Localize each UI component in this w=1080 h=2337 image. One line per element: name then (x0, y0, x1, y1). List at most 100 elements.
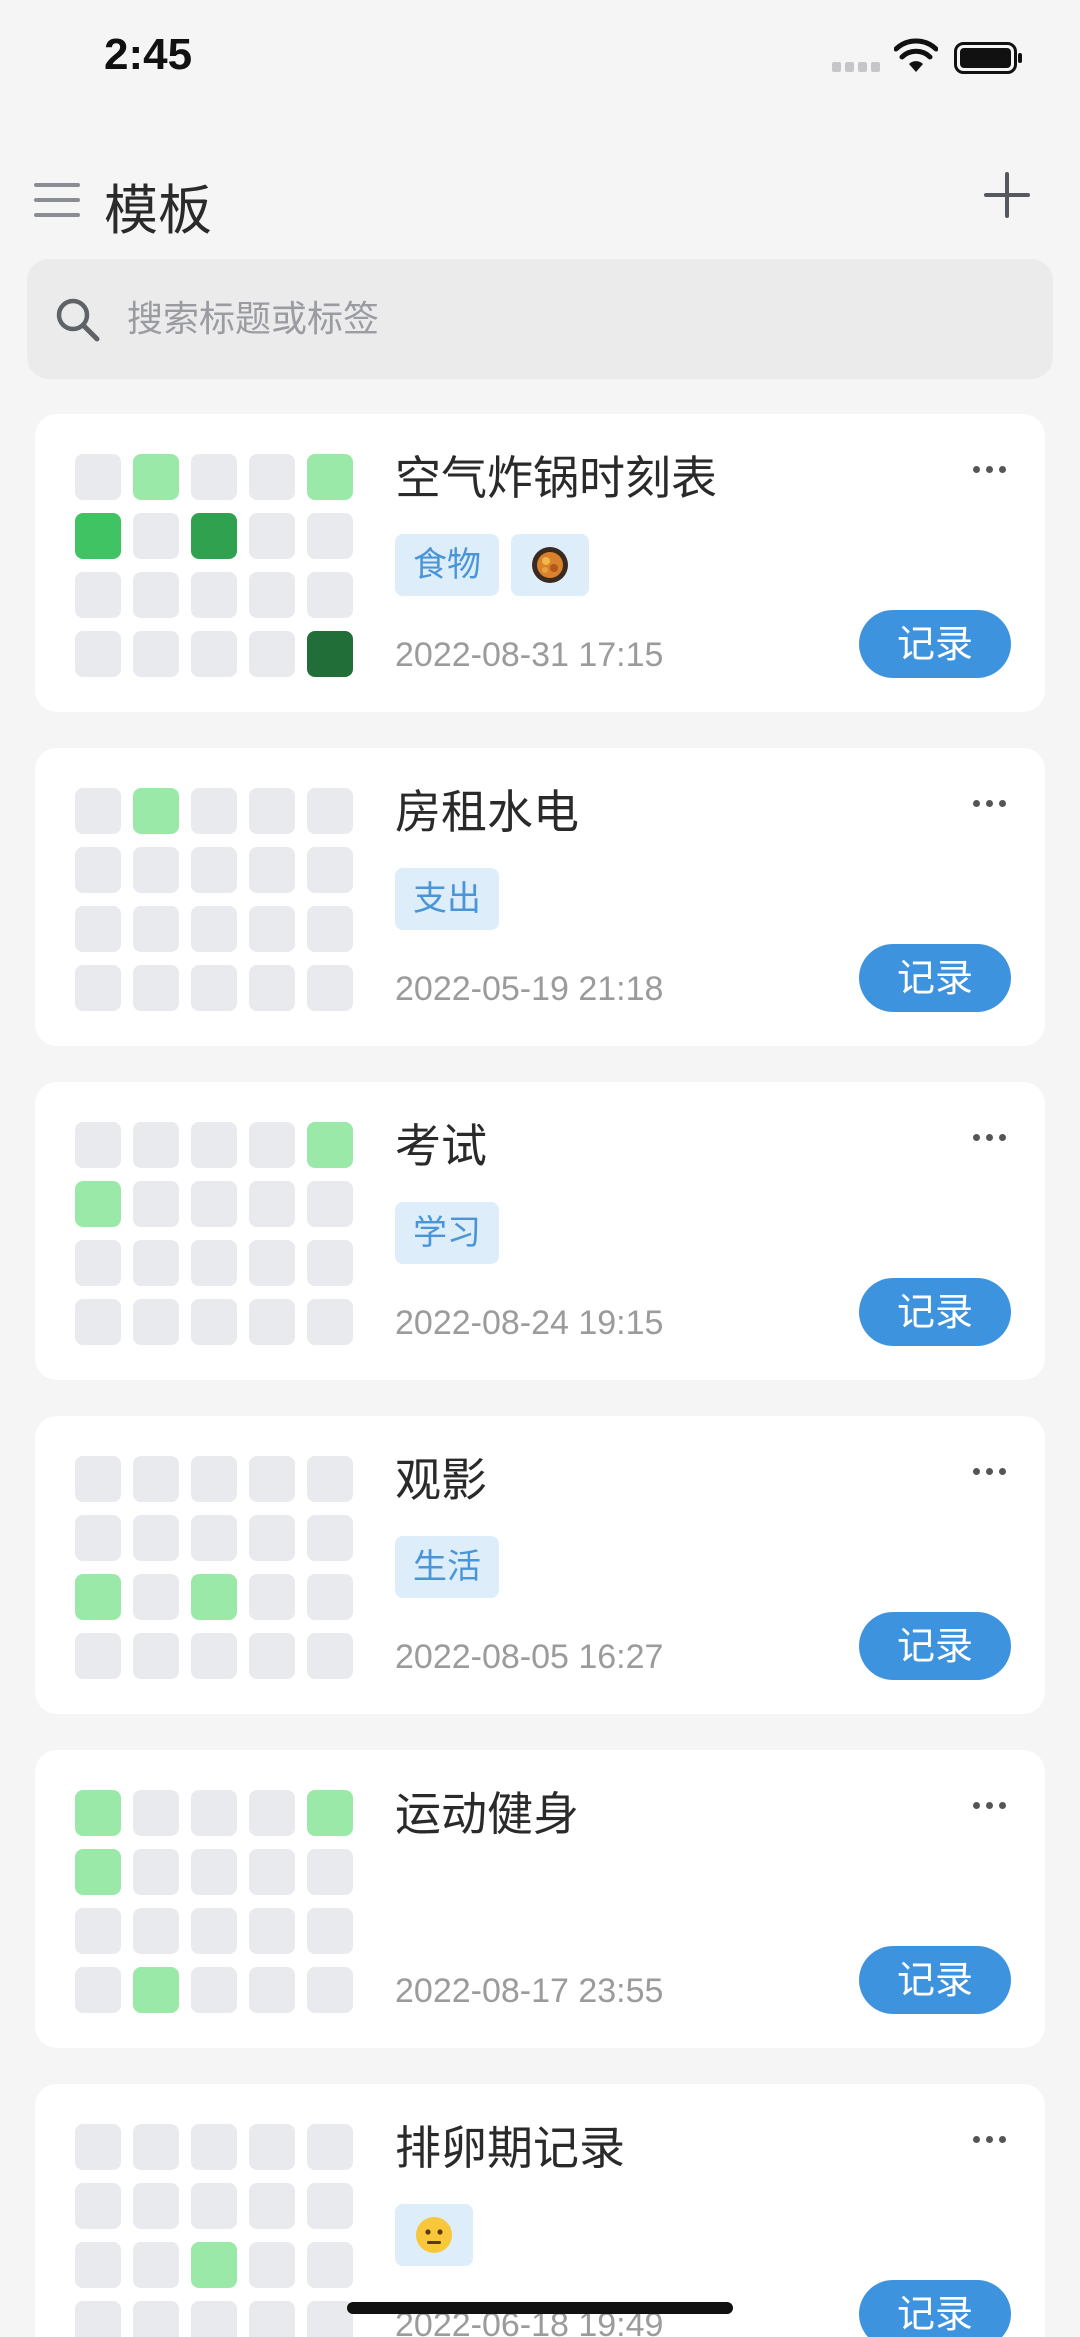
more-options-icon[interactable] (973, 1132, 1007, 1142)
more-options-icon[interactable] (973, 2134, 1007, 2144)
more-options-icon[interactable] (973, 1800, 1007, 1810)
record-button[interactable]: 记录 (859, 610, 1011, 678)
heatmap-cell (307, 965, 353, 1011)
heatmap-cell (191, 1574, 237, 1620)
template-card-3[interactable]: 考试 学习 2022-08-24 19:15 记录 (35, 1082, 1045, 1380)
heatmap-cell (191, 513, 237, 559)
more-options-icon[interactable] (973, 798, 1007, 808)
heatmap-cell (75, 1790, 121, 1836)
record-button[interactable]: 记录 (859, 2280, 1011, 2337)
more-options-icon[interactable] (973, 464, 1007, 474)
heatmap-cell (133, 2124, 179, 2170)
heatmap-cell (133, 631, 179, 677)
heatmap-cell (133, 1849, 179, 1895)
heatmap-cell (307, 631, 353, 677)
heatmap-cell (307, 1122, 353, 1168)
tag-chip[interactable]: 生活 (395, 1536, 499, 1598)
heatmap-cell (133, 1908, 179, 1954)
heatmap-cell (249, 2124, 295, 2170)
heatmap-cell (307, 1299, 353, 1345)
add-template-icon[interactable] (984, 172, 1030, 218)
heatmap-cell (307, 2242, 353, 2288)
template-card-4[interactable]: 观影 生活 2022-08-05 16:27 记录 (35, 1416, 1045, 1714)
page-title: 模板 (104, 179, 212, 242)
heatmap-cell (307, 513, 353, 559)
heatmap-cell (249, 513, 295, 559)
heatmap-cell (249, 1515, 295, 1561)
heatmap-cell (191, 631, 237, 677)
heatmap-cell (191, 2124, 237, 2170)
heatmap-cell (249, 1122, 295, 1168)
search-input[interactable] (127, 259, 1007, 379)
tag-chip[interactable]: 食物 (395, 534, 499, 596)
more-options-icon[interactable] (973, 1466, 1007, 1476)
heatmap-cell (249, 1908, 295, 1954)
template-title: 观影 (395, 1453, 487, 1507)
status-time: 2:45 (104, 30, 193, 79)
heatmap-cell (191, 1240, 237, 1286)
heatmap-cell (191, 965, 237, 1011)
heatmap-cell (191, 1515, 237, 1561)
heatmap-cell (249, 1181, 295, 1227)
menu-icon[interactable] (34, 180, 80, 220)
heatmap-cell (307, 1908, 353, 1954)
food-pan-emoji-icon[interactable] (511, 534, 589, 596)
heatmap-cell (75, 2242, 121, 2288)
record-button[interactable]: 记录 (859, 944, 1011, 1012)
heatmap-cell (191, 1122, 237, 1168)
heatmap-cell (307, 572, 353, 618)
template-title: 排卵期记录 (395, 2121, 625, 2175)
heatmap-cell (249, 631, 295, 677)
heatmap-cell (307, 1849, 353, 1895)
heatmap-cell (191, 1456, 237, 1502)
template-date: 2022-08-05 16:27 (395, 1638, 664, 1676)
heatmap-cell (75, 965, 121, 1011)
heatmap-cell (249, 847, 295, 893)
heatmap-cell (307, 1574, 353, 1620)
heatmap-cell (133, 847, 179, 893)
tag-chip[interactable]: 学习 (395, 1202, 499, 1264)
heatmap-cell (191, 847, 237, 893)
heatmap-cell (249, 572, 295, 618)
heatmap-cell (307, 1790, 353, 1836)
record-button[interactable]: 记录 (859, 1946, 1011, 2014)
status-bar: 2:45 (0, 0, 1080, 120)
heatmap-cell (249, 1967, 295, 2013)
activity-heatmap (75, 454, 353, 677)
heatmap-cell (249, 965, 295, 1011)
heatmap-cell (133, 965, 179, 1011)
heatmap-cell (191, 1181, 237, 1227)
heatmap-cell (191, 906, 237, 952)
template-card-5[interactable]: 运动健身 2022-08-17 23:55 记录 (35, 1750, 1045, 2048)
heatmap-cell (75, 572, 121, 618)
heatmap-cell (75, 2183, 121, 2229)
heatmap-cell (307, 1181, 353, 1227)
tag-list: 生活 (395, 1536, 499, 1598)
tag-chip[interactable]: 支出 (395, 868, 499, 930)
template-title: 空气炸锅时刻表 (395, 451, 717, 505)
heatmap-cell (133, 1122, 179, 1168)
record-button[interactable]: 记录 (859, 1278, 1011, 1346)
template-card-1[interactable]: 空气炸锅时刻表 食物 2022-08-31 17:15 记录 (35, 414, 1045, 712)
template-card-6[interactable]: 排卵期记录 2022-06-18 19:49 记录 (35, 2084, 1045, 2337)
header: 模板 (0, 150, 1080, 250)
template-card-2[interactable]: 房租水电 支出 2022-05-19 21:18 记录 (35, 748, 1045, 1046)
record-button[interactable]: 记录 (859, 1612, 1011, 1680)
template-title: 运动健身 (395, 1787, 579, 1841)
search-box[interactable] (27, 259, 1053, 379)
cellular-signal-icon (832, 62, 882, 72)
heatmap-cell (249, 454, 295, 500)
heatmap-cell (307, 454, 353, 500)
activity-heatmap (75, 1790, 353, 2013)
heatmap-cell (75, 1849, 121, 1895)
heatmap-cell (191, 1967, 237, 2013)
heatmap-cell (133, 2242, 179, 2288)
heatmap-cell (75, 847, 121, 893)
heatmap-cell (191, 572, 237, 618)
heatmap-cell (249, 2301, 295, 2337)
neutral-face-emoji-icon[interactable] (395, 2204, 473, 2266)
heatmap-cell (249, 1790, 295, 1836)
heatmap-cell (191, 1633, 237, 1679)
heatmap-cell (191, 2301, 237, 2337)
heatmap-cell (249, 1574, 295, 1620)
